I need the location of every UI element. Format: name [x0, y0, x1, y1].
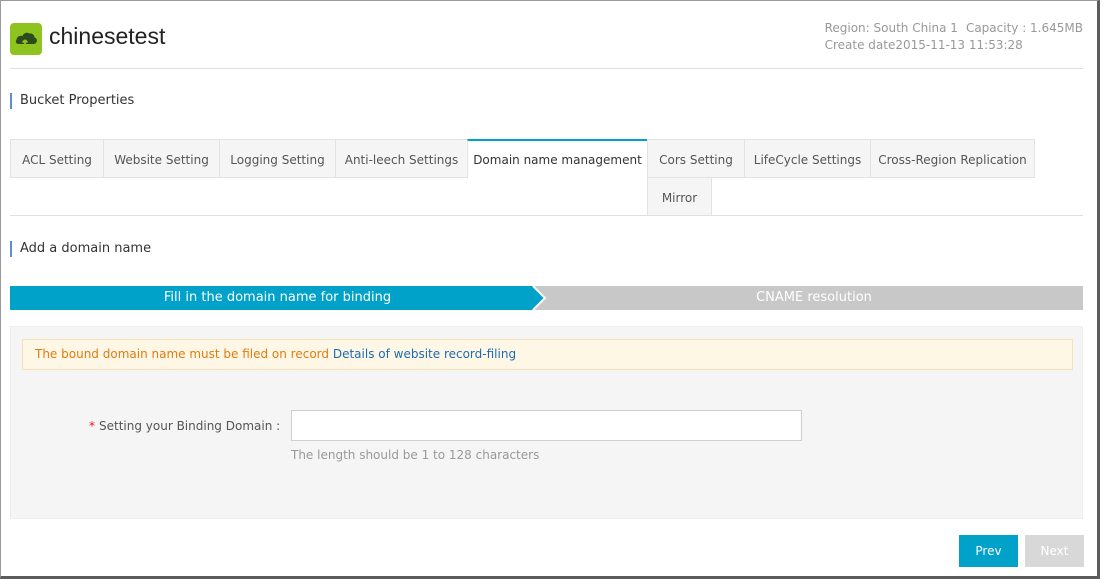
tab-mirror[interactable]: Mirror [647, 177, 712, 216]
next-button[interactable]: Next [1025, 535, 1084, 567]
region-text: Region: South China 1 [824, 21, 958, 35]
binding-domain-label: * Setting your Binding Domain : [89, 419, 280, 433]
tab-cors-setting[interactable]: Cors Setting [647, 139, 745, 178]
progress-steps: Fill in the domain name for binding CNAM… [10, 286, 1083, 310]
binding-domain-input[interactable] [291, 410, 802, 441]
header-divider [10, 68, 1083, 69]
capacity-text: Capacity : 1.645MB [965, 21, 1083, 35]
record-filing-notice: The bound domain name must be filed on r… [22, 339, 1073, 370]
required-mark: * [89, 419, 95, 433]
tab-acl-setting[interactable]: ACL Setting [10, 139, 104, 178]
tab-lifecycle-settings[interactable]: LifeCycle Settings [744, 139, 871, 178]
domain-form-panel: The bound domain name must be filed on r… [10, 326, 1083, 519]
bucket-properties-title: Bucket Properties [10, 93, 134, 109]
bucket-cloud-icon [10, 23, 42, 55]
tabs-divider [10, 215, 1083, 216]
add-domain-title: Add a domain name [10, 241, 151, 257]
bucket-meta: Region: South China 1 Capacity : 1.645MB … [825, 20, 1083, 54]
tab-anti-leech-settings[interactable]: Anti-leech Settings [335, 139, 468, 178]
domain-length-hint: The length should be 1 to 128 characters [291, 448, 540, 462]
tab-cross-region-replication[interactable]: Cross-Region Replication [870, 139, 1035, 178]
binding-domain-label-text: Setting your Binding Domain : [99, 419, 281, 433]
step-cname-resolution: CNAME resolution [756, 290, 872, 305]
notice-text: The bound domain name must be filed on r… [35, 347, 333, 361]
prev-button[interactable]: Prev [959, 535, 1018, 567]
create-date-text: Create date2015-11-13 11:53:28 [824, 38, 1023, 52]
record-filing-link[interactable]: Details of website record-filing [333, 347, 516, 361]
tab-website-setting[interactable]: Website Setting [103, 139, 220, 178]
bucket-name: chinesetest [49, 23, 166, 49]
tab-logging-setting[interactable]: Logging Setting [219, 139, 336, 178]
settings-tabs: ACL Setting Website Setting Logging Sett… [10, 139, 1083, 216]
tab-domain-name-management[interactable]: Domain name management [467, 139, 648, 179]
step-fill-domain: Fill in the domain name for binding [163, 290, 392, 305]
